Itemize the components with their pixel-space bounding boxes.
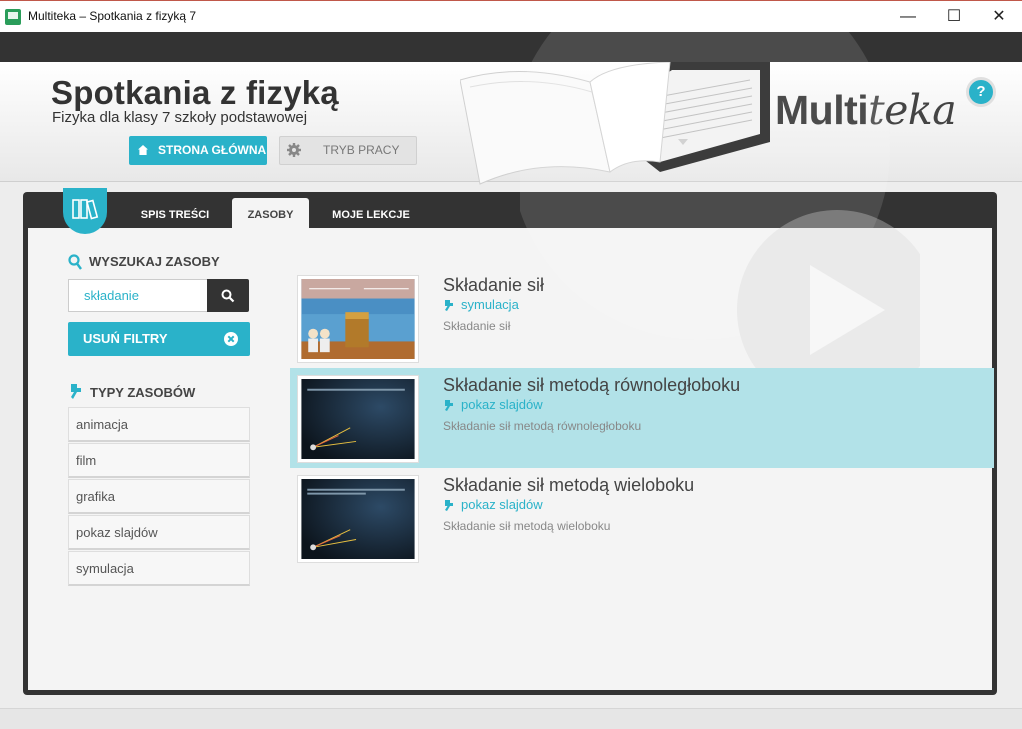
resource-type-icon: [71, 384, 81, 399]
result-title[interactable]: Składanie sił metodą wieloboku: [443, 475, 694, 496]
result-type: pokaz slajdów: [461, 397, 543, 412]
simulation-thumbnail-image: [301, 279, 415, 359]
close-icon: [224, 332, 238, 346]
books-icon: [72, 199, 99, 220]
result-title[interactable]: Składanie sił: [443, 275, 544, 296]
result-type: pokaz slajdów: [461, 497, 543, 512]
help-button[interactable]: ?: [966, 77, 996, 107]
resource-type-icon: [445, 400, 453, 411]
resource-types-title: TYPY ZASOBÓW: [90, 385, 196, 400]
clear-filters-button[interactable]: USUŃ FILTRY: [68, 322, 250, 356]
result-item-selected[interactable]: Składanie sił metodą równoległoboku poka…: [290, 368, 994, 468]
library-badge: [63, 188, 107, 234]
search-section-title: WYSZUKAJ ZASOBY: [89, 254, 220, 269]
multiteka-logo: Multiteka: [775, 86, 957, 134]
minimize-button[interactable]: —: [885, 1, 931, 33]
result-thumbnail[interactable]: [297, 475, 419, 563]
home-button[interactable]: STRONA GŁÓWNA: [129, 136, 267, 165]
result-title[interactable]: Składanie sił metodą równoległoboku: [443, 375, 740, 396]
app-header: Spotkania z fizyką Fizyka dla klasy 7 sz…: [0, 62, 1022, 185]
type-filter-simulation[interactable]: symulacja: [68, 551, 250, 586]
gear-icon: [287, 143, 301, 157]
result-description: Składanie sił: [443, 319, 511, 333]
result-item[interactable]: Składanie sił metodą wieloboku pokaz sla…: [290, 468, 994, 568]
page-title: Spotkania z fizyką: [51, 74, 339, 111]
type-filter-graphics[interactable]: grafika: [68, 479, 250, 514]
type-filter-film[interactable]: film: [68, 443, 250, 478]
top-strip: [0, 32, 1022, 62]
logo-text-multi: Multi: [775, 87, 869, 133]
search-button[interactable]: [207, 279, 249, 312]
result-thumbnail[interactable]: [297, 275, 419, 363]
resource-type-icon: [445, 500, 453, 511]
app-icon: [5, 9, 21, 25]
type-filter-animation[interactable]: animacja: [68, 407, 250, 442]
search-input[interactable]: [68, 279, 207, 312]
result-thumbnail[interactable]: [297, 375, 419, 463]
maximize-button[interactable]: ☐: [931, 1, 977, 33]
work-mode-label: TRYB PRACY: [323, 143, 400, 157]
page-subtitle: Fizyka dla klasy 7 szkoły podstawowej: [52, 109, 308, 126]
tab-resources[interactable]: ZASOBY: [232, 198, 309, 228]
slideshow-thumbnail-image: [301, 379, 415, 459]
result-item[interactable]: Składanie sił symulacja Składanie sił: [290, 268, 994, 368]
logo-text-teka: teka: [868, 86, 957, 134]
status-bar: [0, 708, 1022, 729]
clear-filters-label: USUŃ FILTRY: [83, 331, 168, 346]
search-icon: [68, 254, 82, 270]
resource-type-icon: [445, 300, 453, 311]
slideshow-thumbnail-image: [301, 479, 415, 559]
home-icon: [138, 145, 148, 155]
magnifier-icon: [221, 289, 235, 303]
result-description: Składanie sił metodą równoległoboku: [443, 419, 642, 433]
tab-my-lessons[interactable]: MOJE LEKCJE: [322, 198, 420, 228]
tab-table-of-contents[interactable]: SPIS TREŚCI: [132, 198, 218, 228]
window-title: Multiteka – Spotkania z fizyką 7: [28, 9, 197, 23]
result-type: symulacja: [461, 297, 519, 312]
type-filter-slideshow[interactable]: pokaz slajdów: [68, 515, 250, 550]
book-tablet-illustration: [460, 62, 770, 185]
result-description: Składanie sił metodą wieloboku: [443, 519, 611, 533]
window-title-bar: Multiteka – Spotkania z fizyką 7 — ☐ ✕: [0, 0, 1022, 32]
home-button-label: STRONA GŁÓWNA: [158, 143, 267, 157]
work-mode-button[interactable]: TRYB PRACY: [279, 136, 417, 165]
close-button[interactable]: ✕: [976, 1, 1022, 33]
